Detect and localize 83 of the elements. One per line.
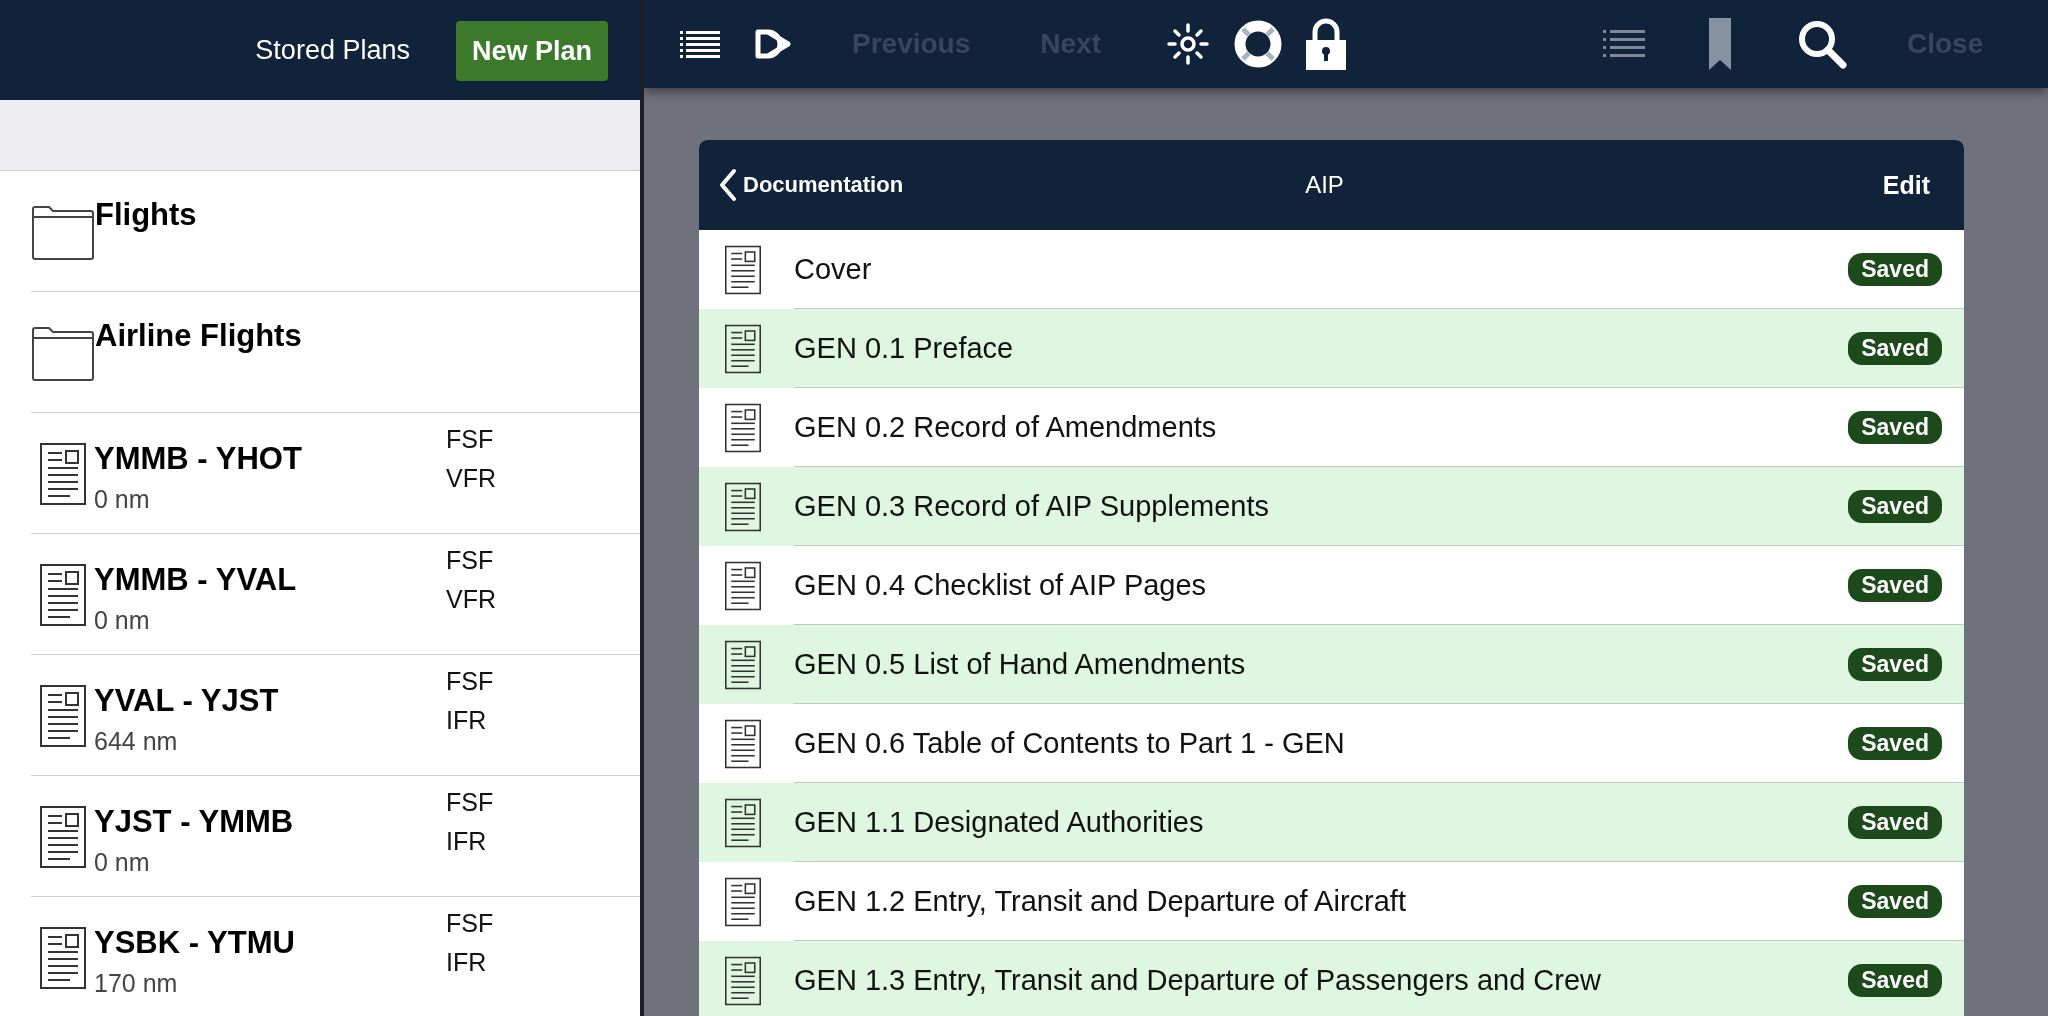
plan-distance: 0 nm: [94, 485, 151, 514]
route-arrow-icon[interactable]: [754, 28, 794, 60]
document-icon: [725, 796, 761, 849]
plan-distance: 0 nm: [94, 848, 151, 877]
folder-name: Flights: [95, 197, 197, 234]
plan-row[interactable]: YVAL - YJST 644 nm FSF IFR: [31, 655, 640, 776]
plan-tag: IFR: [446, 706, 494, 735]
edit-button[interactable]: Edit: [1750, 170, 1930, 200]
plan-row[interactable]: YMMB - YHOT 0 nm FSF VFR: [31, 413, 640, 534]
document-title: GEN 0.6 Table of Contents to Part 1 - GEN: [794, 726, 1346, 760]
plan-row[interactable]: YMMB - YVAL 0 nm FSF VFR: [31, 534, 640, 655]
document-icon: [40, 443, 86, 505]
document-icon: [725, 243, 761, 296]
status-badge: Saved: [1848, 647, 1942, 681]
plan-route: YMMB - YVAL: [94, 562, 298, 598]
document-icon: [725, 717, 761, 770]
plan-tag: IFR: [446, 827, 494, 856]
document-title: GEN 0.5 List of Hand Amendments: [794, 647, 1247, 681]
plan-tag: VFR: [446, 585, 496, 614]
status-badge: Saved: [1848, 884, 1942, 918]
document-icon: [40, 564, 86, 626]
plan-distance: 0 nm: [94, 606, 151, 635]
status-badge: Saved: [1848, 568, 1942, 602]
folder-row[interactable]: Airline Flights: [31, 292, 640, 413]
plan-route: YJST - YMMB: [94, 804, 295, 840]
folder-row[interactable]: Flights: [31, 171, 640, 292]
bookmark-icon[interactable]: [1709, 18, 1731, 70]
plan-distance: 644 nm: [94, 727, 179, 756]
document-title: Cover: [794, 252, 873, 286]
chevron-left-icon: [719, 168, 737, 202]
plan-tag: FSF: [446, 546, 496, 575]
document-title: GEN 1.3 Entry, Transit and Departure of Passengers and Crew: [794, 963, 1602, 997]
new-plan-button[interactable]: New Plan: [455, 21, 608, 81]
plan-tag: FSF: [446, 667, 494, 696]
document-icon: [725, 559, 761, 612]
panel-title: AIP: [1304, 171, 1345, 199]
status-badge: Saved: [1848, 963, 1942, 997]
document-icon: [725, 401, 761, 454]
document-icon: [725, 638, 761, 691]
document-icon: [725, 322, 761, 375]
brightness-icon[interactable]: [1167, 23, 1209, 65]
document-row[interactable]: GEN 1.1 Designated Authorities Saved: [699, 783, 1964, 862]
back-button[interactable]: Documentation: [719, 168, 999, 202]
document-icon: [40, 806, 86, 868]
document-icon: [40, 685, 86, 747]
document-icon: [40, 927, 86, 989]
plan-route: YSBK - YTMU: [94, 925, 296, 961]
status-badge: Saved: [1848, 805, 1942, 839]
document-icon: [725, 954, 761, 1007]
plan-distance: 170 nm: [94, 969, 179, 998]
document-row[interactable]: GEN 0.3 Record of AIP Supplements Saved: [699, 467, 1964, 546]
plan-tag: FSF: [446, 425, 496, 454]
lock-icon[interactable]: [1305, 18, 1347, 70]
plan-tag: FSF: [446, 909, 494, 938]
plan-tag: VFR: [446, 464, 496, 493]
plan-route: YMMB - YHOT: [94, 441, 303, 477]
folder-icon: [31, 205, 95, 261]
document-title: GEN 0.2 Record of Amendments: [794, 410, 1218, 444]
document-row[interactable]: GEN 1.3 Entry, Transit and Departure of Passengers and Crew Saved: [699, 941, 1964, 1016]
list-icon[interactable]: [680, 30, 720, 58]
document-title: GEN 1.2 Entry, Transit and Departure of Aircraft: [794, 884, 1407, 918]
document-title: GEN 0.1 Preface: [794, 331, 1015, 365]
plan-tag: FSF: [446, 788, 494, 817]
document-icon: [725, 875, 761, 928]
status-badge: Saved: [1848, 410, 1942, 444]
document-row[interactable]: GEN 0.1 Preface Saved: [699, 309, 1964, 388]
sidebar-title: Stored Plans: [255, 34, 410, 66]
document-title: GEN 1.1 Designated Authorities: [794, 805, 1205, 839]
status-badge: Saved: [1848, 726, 1942, 760]
search-icon[interactable]: [1797, 19, 1847, 69]
status-badge: Saved: [1848, 331, 1942, 365]
document-title: GEN 0.3 Record of AIP Supplements: [794, 489, 1270, 523]
status-badge: Saved: [1848, 252, 1942, 286]
folder-name: Airline Flights: [95, 318, 302, 355]
plan-row[interactable]: YJST - YMMB 0 nm FSF IFR: [31, 776, 640, 897]
lifebuoy-icon[interactable]: [1233, 19, 1283, 69]
plan-route: YVAL - YJST: [94, 683, 280, 719]
folder-icon: [31, 326, 95, 382]
document-icon: [725, 480, 761, 533]
plan-tag: IFR: [446, 948, 494, 977]
status-badge: Saved: [1848, 489, 1942, 523]
document-row[interactable]: GEN 0.5 List of Hand Amendments Saved: [699, 625, 1964, 704]
document-title: GEN 0.4 Checklist of AIP Pages: [794, 568, 1208, 602]
